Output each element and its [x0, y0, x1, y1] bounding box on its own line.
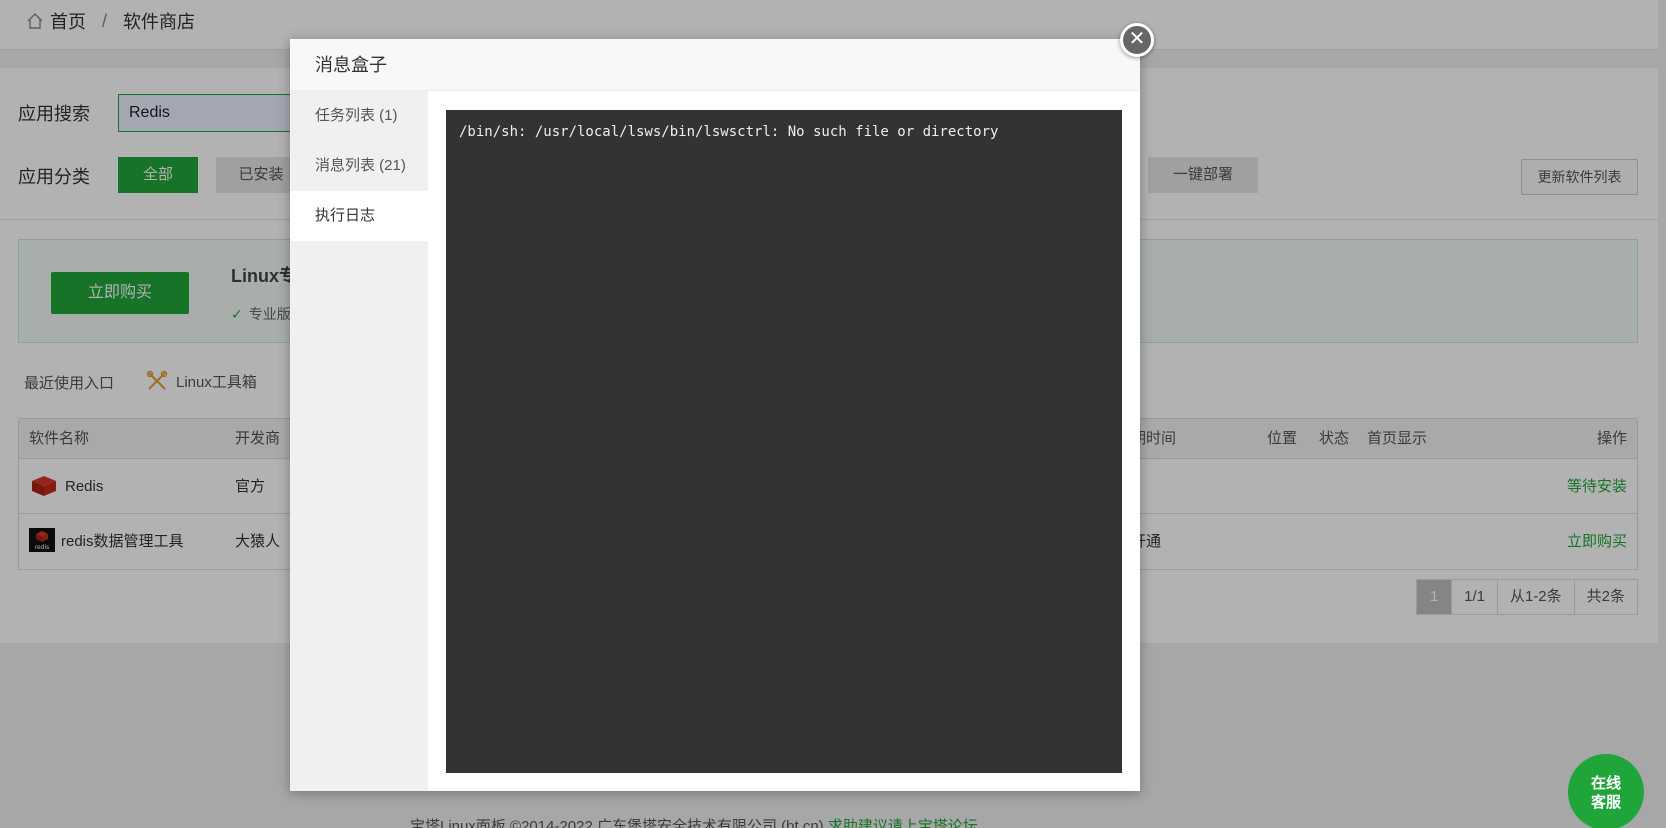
modal-title: 消息盒子 [290, 39, 1140, 91]
log-console[interactable]: /bin/sh: /usr/local/lsws/bin/lswsctrl: N… [446, 110, 1122, 773]
tab-task-list[interactable]: 任务列表 (1) [290, 91, 428, 141]
support-line2: 客服 [1590, 794, 1621, 811]
close-icon[interactable]: ✕ [1120, 23, 1154, 57]
tab-execution-log[interactable]: 执行日志 [290, 191, 428, 241]
tab-message-list[interactable]: 消息列表 (21) [290, 141, 428, 191]
support-line1: 在线 [1590, 775, 1621, 792]
modal-sidebar: 任务列表 (1) 消息列表 (21) 执行日志 [290, 91, 428, 791]
message-box-modal: 消息盒子 任务列表 (1) 消息列表 (21) 执行日志 /bin/sh: /u… [290, 39, 1140, 791]
online-support-button[interactable]: 在线 客服 [1568, 754, 1644, 828]
